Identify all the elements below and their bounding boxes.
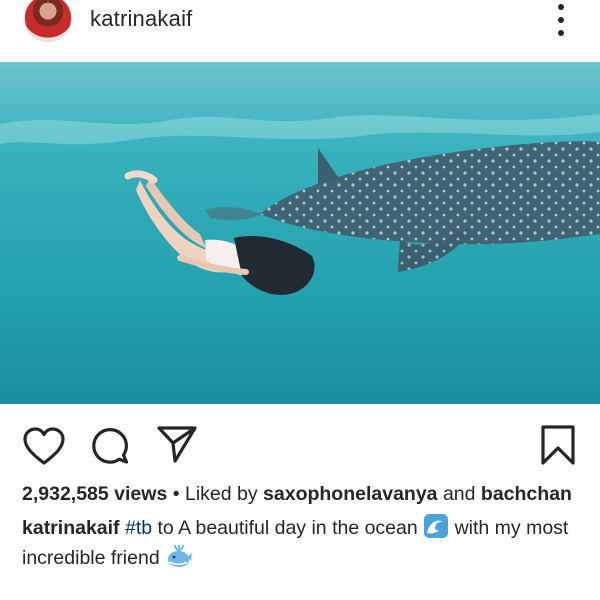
- bookmark-icon[interactable]: [540, 424, 576, 466]
- avatar[interactable]: [24, 0, 72, 42]
- water-wave-emoji: [424, 514, 449, 538]
- comment-icon[interactable]: [90, 426, 130, 466]
- caption-text-1: to A beautiful day in the ocean: [157, 517, 418, 539]
- spouting-whale-emoji: [168, 544, 193, 567]
- caption-text-2: with: [454, 517, 490, 539]
- caption: katrinakaif #tb to A beautiful day in th…: [22, 513, 582, 573]
- views-count[interactable]: 2,932,585 views: [22, 483, 167, 505]
- heart-icon[interactable]: [22, 426, 66, 466]
- liked-other[interactable]: bachchan: [481, 483, 572, 505]
- liked-user[interactable]: saxophonelavanya: [263, 483, 438, 505]
- separator: •: [172, 483, 180, 505]
- send-icon[interactable]: [156, 424, 198, 466]
- and-label: and: [442, 483, 476, 505]
- liked-by-label: Liked by: [184, 483, 258, 505]
- action-bar: [0, 404, 600, 478]
- more-options-icon[interactable]: [552, 4, 570, 36]
- hashtag-link[interactable]: #tb: [125, 517, 152, 539]
- caption-username[interactable]: katrinakaif: [22, 517, 120, 539]
- post-meta: 2,932,585 views • Liked by saxophonelava…: [22, 480, 582, 573]
- video-frame: [0, 62, 600, 404]
- post-username[interactable]: katrinakaif: [90, 6, 192, 32]
- likes-line: 2,932,585 views • Liked by saxophonelava…: [22, 480, 582, 509]
- post-header: katrinakaif: [0, 0, 600, 62]
- post-video[interactable]: [0, 62, 600, 404]
